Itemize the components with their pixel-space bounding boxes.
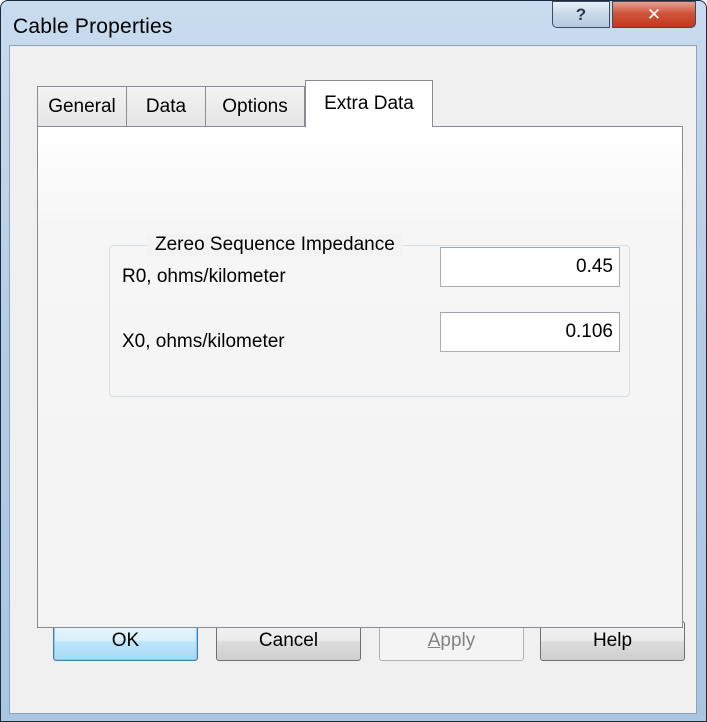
tab-options-label: Options (222, 95, 288, 117)
extra-data-panel: Zereo Sequence Impedance R0, ohms/kilome… (37, 126, 683, 628)
apply-label-rest: pply (440, 630, 476, 651)
close-icon[interactable]: ✕ (612, 1, 696, 28)
cable-properties-dialog: Cable Properties ? ✕ General Data Option… (0, 0, 707, 722)
groupbox-title: Zereo Sequence Impedance (147, 234, 403, 256)
x0-input[interactable] (440, 312, 620, 352)
cancel-button-label: Cancel (258, 630, 319, 651)
tab-extra-data-label: Extra Data (324, 93, 414, 114)
r0-input[interactable] (440, 247, 620, 287)
tab-data-label: Data (145, 95, 187, 117)
tab-extra-data[interactable]: Extra Data (305, 80, 433, 127)
ok-button-label: OK (111, 630, 140, 651)
tab-general-label: General (48, 95, 116, 117)
r0-label: R0, ohms/kilometer (122, 266, 286, 287)
help-button-label: Help (592, 630, 633, 651)
dialog-client-area: General Data Options Extra Data Zereo Se… (9, 45, 697, 714)
apply-button-label: Apply (428, 630, 476, 652)
tab-options[interactable]: Options (205, 86, 305, 126)
tab-data[interactable]: Data (126, 86, 206, 126)
window-title: Cable Properties (13, 15, 173, 38)
title-bar[interactable]: Cable Properties ? ✕ (1, 1, 706, 45)
help-icon[interactable]: ? (552, 1, 610, 28)
x0-label: X0, ohms/kilometer (122, 331, 285, 352)
apply-mnemonic: A (427, 630, 441, 651)
tab-general[interactable]: General (37, 86, 127, 126)
